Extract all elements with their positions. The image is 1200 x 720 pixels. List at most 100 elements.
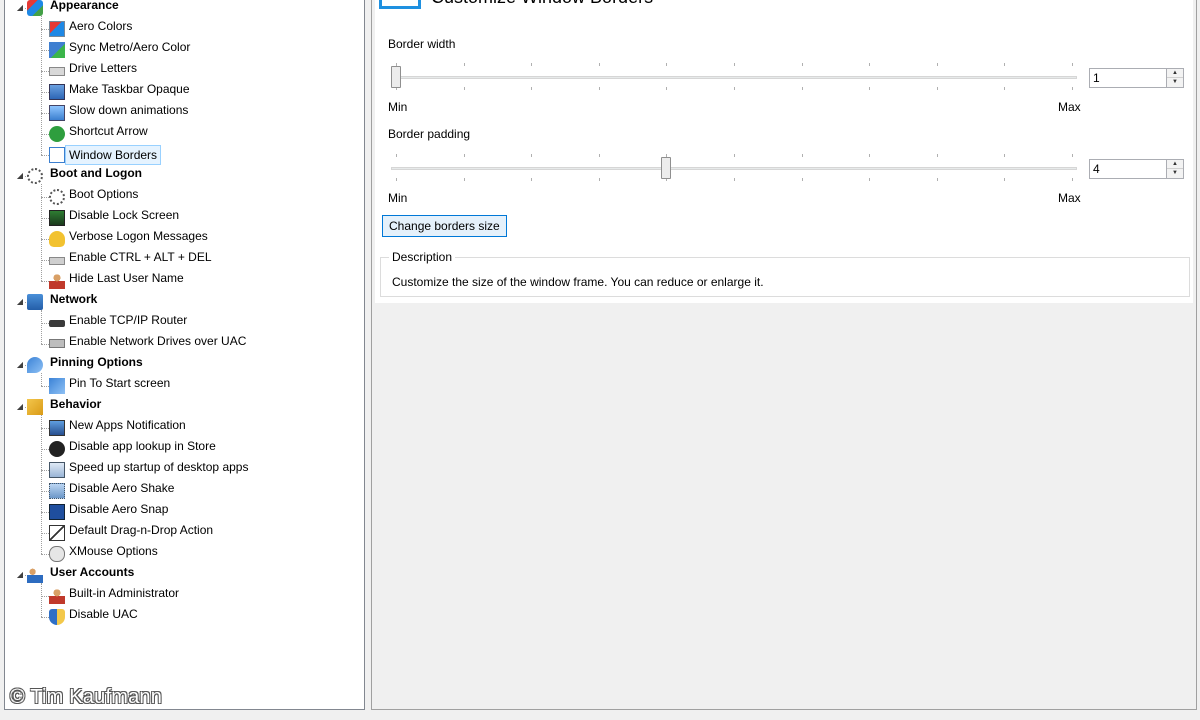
border-padding-thumb[interactable] — [661, 157, 671, 179]
slider-tick — [1004, 154, 1005, 157]
slider-tick — [1004, 178, 1005, 181]
tree-item-label: Hide Last User Name — [69, 271, 184, 285]
slider-tick — [869, 178, 870, 181]
collapse-triangle-icon[interactable]: ◢ — [15, 402, 25, 412]
border-padding-input[interactable] — [1091, 161, 1167, 177]
slider-tick — [734, 63, 735, 66]
appearance-icon — [27, 0, 43, 16]
border-width-thumb[interactable] — [391, 66, 401, 88]
border-width-label: Border width — [388, 37, 456, 51]
tree-item-label: Built-in Administrator — [69, 586, 180, 600]
border-width-up-button[interactable]: ▲ — [1167, 69, 1183, 78]
slider-tick — [531, 63, 532, 66]
slider-tick — [1072, 87, 1073, 90]
tree-item-label: Drive Letters — [69, 61, 138, 75]
lock-screen-icon — [49, 210, 65, 226]
user-accounts-icon — [27, 567, 43, 583]
tree-category-label: Behavior — [50, 397, 102, 411]
slider-tick — [599, 63, 600, 66]
tree-item-label: Disable Aero Snap — [69, 502, 169, 516]
slider-tick — [599, 154, 600, 157]
admin-icon — [49, 588, 65, 604]
notification-icon — [49, 420, 65, 436]
collapse-triangle-icon[interactable]: ◢ — [15, 297, 25, 307]
tree-item-label: Enable TCP/IP Router — [69, 313, 188, 327]
slider-tick — [1072, 154, 1073, 157]
collapse-triangle-icon[interactable]: ◢ — [15, 360, 25, 370]
border-width-max-label: Max — [1058, 100, 1081, 114]
slider-tick — [1072, 63, 1073, 66]
slider-tick — [734, 154, 735, 157]
slider-tick — [802, 87, 803, 90]
collapse-triangle-icon[interactable]: ◢ — [15, 171, 25, 181]
slider-tick — [802, 154, 803, 157]
slider-tick — [396, 154, 397, 157]
border-padding-min-label: Min — [388, 191, 408, 205]
tree-item-label: Window Borders — [65, 145, 162, 165]
slider-tick — [531, 87, 532, 90]
tree-category-label: Boot and Logon — [50, 166, 142, 180]
page-title: Customize Window Borders — [431, 0, 653, 8]
slider-tick — [734, 178, 735, 181]
network-icon — [27, 294, 43, 310]
tree-item-label: Shortcut Arrow — [69, 124, 148, 138]
settings-content: Customize Window Borders Border width Mi… — [375, 0, 1193, 303]
description-group: Description Customize the size of the wi… — [380, 250, 1190, 297]
behavior-icon — [27, 399, 43, 415]
tree-item-label: Disable app lookup in Store — [69, 439, 216, 453]
collapse-triangle-icon[interactable]: ◢ — [15, 570, 25, 580]
pin-start-icon — [49, 378, 65, 394]
description-legend: Description — [389, 250, 456, 264]
tree-item-label: Boot Options — [69, 187, 139, 201]
slider-tick — [531, 178, 532, 181]
description-text: Customize the size of the window frame. … — [392, 275, 764, 289]
tree-item-label: XMouse Options — [69, 544, 158, 558]
slider-tick — [802, 63, 803, 66]
boot-options-icon — [49, 189, 65, 205]
pin-icon — [27, 357, 43, 373]
slider-tick — [464, 87, 465, 90]
border-padding-down-button[interactable]: ▼ — [1167, 169, 1183, 178]
tree-item-label: Make Taskbar Opaque — [69, 82, 190, 96]
window-borders-header-icon — [379, 0, 421, 9]
tree-item-label: Disable UAC — [69, 607, 138, 621]
tree-item-label: Default Drag-n-Drop Action — [69, 523, 214, 537]
border-padding-spinner[interactable]: ▲ ▼ — [1089, 159, 1184, 179]
slider-tick — [937, 63, 938, 66]
tree-item-label: Disable Lock Screen — [69, 208, 180, 222]
border-width-slider[interactable] — [391, 59, 1077, 95]
aero-colors-icon — [49, 21, 65, 37]
border-padding-label: Border padding — [388, 127, 471, 141]
slider-tick — [1072, 178, 1073, 181]
aero-shake-icon — [49, 483, 65, 499]
animation-icon — [49, 105, 65, 121]
change-borders-size-button[interactable]: Change borders size — [382, 215, 507, 237]
drag-drop-icon — [49, 525, 65, 541]
collapse-triangle-icon[interactable]: ◢ — [15, 3, 25, 13]
border-padding-up-button[interactable]: ▲ — [1167, 160, 1183, 169]
border-padding-slider[interactable] — [391, 150, 1077, 186]
slider-tick — [464, 178, 465, 181]
slider-tick — [802, 178, 803, 181]
settings-tree: Information◢AppearanceAero ColorsSync Me… — [4, 0, 365, 710]
tree-category-label: User Accounts — [50, 565, 135, 579]
slider-tick — [869, 63, 870, 66]
border-width-spinner[interactable]: ▲ ▼ — [1089, 68, 1184, 88]
tree-category-label: Pinning Options — [50, 355, 143, 369]
tree-item-label: Sync Metro/Aero Color — [69, 40, 191, 54]
border-padding-track — [391, 167, 1077, 170]
slider-tick — [666, 87, 667, 90]
tree-item-label: Enable CTRL + ALT + DEL — [69, 250, 212, 264]
sync-color-icon — [49, 42, 65, 58]
slider-tick — [599, 87, 600, 90]
drive-icon — [49, 67, 65, 76]
tree-item-label: Verbose Logon Messages — [69, 229, 208, 243]
border-width-input[interactable] — [1091, 70, 1167, 86]
slider-tick — [734, 87, 735, 90]
border-width-down-button[interactable]: ▼ — [1167, 78, 1183, 87]
aero-snap-icon — [49, 504, 65, 520]
keyboard-icon — [49, 257, 65, 265]
tree-item-label: Speed up startup of desktop apps — [69, 460, 249, 474]
slider-tick — [531, 154, 532, 157]
network-drive-icon — [49, 339, 65, 348]
